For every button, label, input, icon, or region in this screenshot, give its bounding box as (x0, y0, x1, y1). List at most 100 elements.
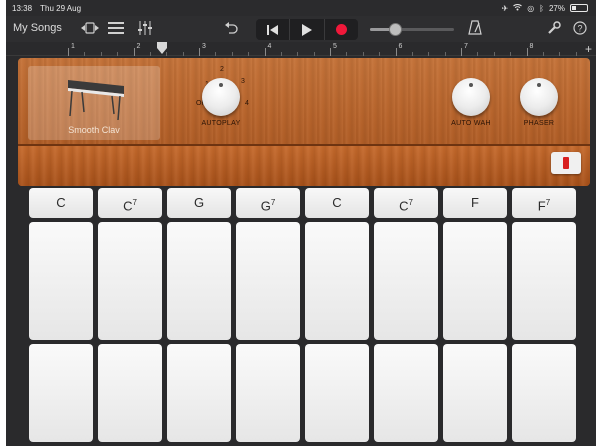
ruler-beat-mark (117, 52, 119, 56)
phaser-label: PHASER (523, 120, 555, 127)
browser-icon[interactable] (80, 21, 100, 38)
status-right: ✈ ◎ ᛒ 27% (501, 3, 588, 13)
knob-indicator (219, 83, 223, 87)
chord-extension: 7 (408, 198, 413, 207)
autoplay-label: AUTOPLAY (201, 120, 241, 127)
status-bar: 13:38 Thu 29 Aug ✈ ◎ ᛒ 27% (6, 0, 596, 16)
chord-lower-pad[interactable] (236, 344, 300, 442)
chord-button[interactable]: C (305, 188, 369, 218)
record-button[interactable] (325, 19, 358, 40)
chord-extension: 7 (270, 198, 276, 207)
metronome-icon[interactable] (468, 20, 482, 38)
svg-text:?: ? (577, 24, 582, 34)
ruler-bar-mark (264, 48, 266, 56)
ruler-beat-mark (100, 52, 102, 56)
ruler-bar-mark (68, 48, 69, 56)
chord-button[interactable]: C (29, 188, 93, 218)
tracks-view-icon[interactable] (108, 22, 124, 37)
chord-lower-pad[interactable] (29, 344, 93, 442)
chord-lower-pad[interactable] (512, 344, 576, 442)
ruler-beat-mark (428, 52, 430, 56)
chord-upper-pad[interactable] (29, 222, 93, 340)
chord-root: C (56, 195, 66, 210)
instrument-panel: Smooth Clav OFF 1 2 3 4 AUTOPLAY AUTO WA… (18, 58, 590, 186)
chord-lower-pad[interactable] (374, 344, 438, 442)
arpeggiator-button[interactable] (551, 152, 581, 174)
airplane-icon: ✈ (501, 3, 509, 13)
control-bar: My Songs ? (6, 16, 596, 42)
add-section-icon[interactable]: + (585, 43, 592, 55)
ruler-beat-mark (297, 52, 299, 56)
panel-lower-strip (18, 146, 590, 186)
status-date: Thu 29 Aug (40, 4, 82, 13)
ruler-bar-number: 5 (333, 43, 337, 50)
chord-strip: F7 (512, 188, 576, 442)
phaser-control: PHASER (514, 68, 564, 138)
ruler-beat-mark (542, 52, 544, 56)
timeline-ruler[interactable]: 1 2 3 4 5 6 7 8 (6, 42, 596, 56)
chord-strip: C7 (374, 188, 438, 442)
chord-upper-pad[interactable] (236, 222, 300, 340)
chord-button[interactable]: C7 (98, 188, 162, 218)
play-button[interactable] (290, 19, 325, 40)
knob-indicator (469, 83, 473, 87)
rewind-icon (266, 24, 278, 35)
ruler-beat-mark (510, 52, 512, 56)
transport-controls (256, 19, 358, 40)
chord-lower-pad[interactable] (305, 344, 369, 442)
autoplay-knob[interactable] (202, 78, 240, 116)
location-icon: ◎ (527, 3, 535, 13)
chord-upper-pad[interactable] (305, 222, 369, 340)
chord-upper-pad[interactable] (443, 222, 507, 340)
ruler-bar-mark (133, 48, 135, 56)
play-icon (302, 23, 313, 36)
battery-fill (572, 6, 576, 10)
chord-button[interactable]: G7 (236, 188, 300, 218)
volume-knob[interactable] (389, 23, 402, 36)
wrench-icon[interactable] (547, 21, 561, 38)
chord-strip: C (29, 188, 93, 442)
chord-upper-pad[interactable] (98, 222, 162, 340)
chord-upper-pad[interactable] (167, 222, 231, 340)
battery-icon (570, 4, 588, 12)
chord-strip: G (167, 188, 231, 442)
auto-wah-label: AUTO WAH (451, 120, 491, 127)
playhead-icon[interactable] (156, 42, 168, 56)
ruler-beat-mark (84, 52, 86, 56)
ruler-beat-mark (559, 52, 561, 56)
autoplay-2-label: 2 (220, 66, 224, 73)
chord-lower-pad[interactable] (98, 344, 162, 442)
chord-lower-pad[interactable] (443, 344, 507, 442)
volume-slider[interactable] (370, 23, 454, 36)
screenshot: 13:38 Thu 29 Aug ✈ ◎ ᛒ 27% My Songs ? 1 … (0, 0, 602, 446)
undo-icon[interactable] (224, 21, 238, 38)
ruler-bar-mark (461, 48, 462, 56)
auto-wah-knob[interactable] (452, 78, 490, 116)
ruler-bar-number: 8 (529, 43, 534, 50)
autoplay-4-label: 4 (245, 100, 249, 107)
chord-root: G (260, 198, 271, 214)
battery-percent: 27% (548, 3, 565, 13)
go-to-beginning-button[interactable] (256, 19, 291, 40)
ruler-beat-mark (231, 52, 233, 56)
chord-button[interactable]: G (167, 188, 231, 218)
chord-button[interactable]: C7 (374, 188, 438, 218)
my-songs-button[interactable]: My Songs (13, 22, 62, 34)
chord-upper-pad[interactable] (512, 222, 576, 340)
mixer-icon[interactable] (137, 21, 153, 38)
chord-button[interactable]: F7 (512, 188, 576, 218)
bluetooth-icon: ᛒ (539, 3, 544, 13)
knob-indicator (537, 83, 541, 87)
chord-upper-pad[interactable] (374, 222, 438, 340)
instrument-selector[interactable]: Smooth Clav (28, 66, 160, 140)
help-icon[interactable]: ? (573, 21, 587, 38)
phaser-knob[interactable] (520, 78, 558, 116)
ruler-beat-mark (346, 52, 348, 56)
ruler-beat-mark (411, 52, 413, 56)
ruler-bar-mark (330, 48, 331, 56)
chord-lower-pad[interactable] (167, 344, 231, 442)
ruler-beat-mark (493, 52, 495, 56)
chord-button[interactable]: F (443, 188, 507, 218)
autoplay-control: OFF 1 2 3 4 AUTOPLAY (188, 66, 268, 138)
ruler-bar-number: 6 (398, 43, 403, 50)
